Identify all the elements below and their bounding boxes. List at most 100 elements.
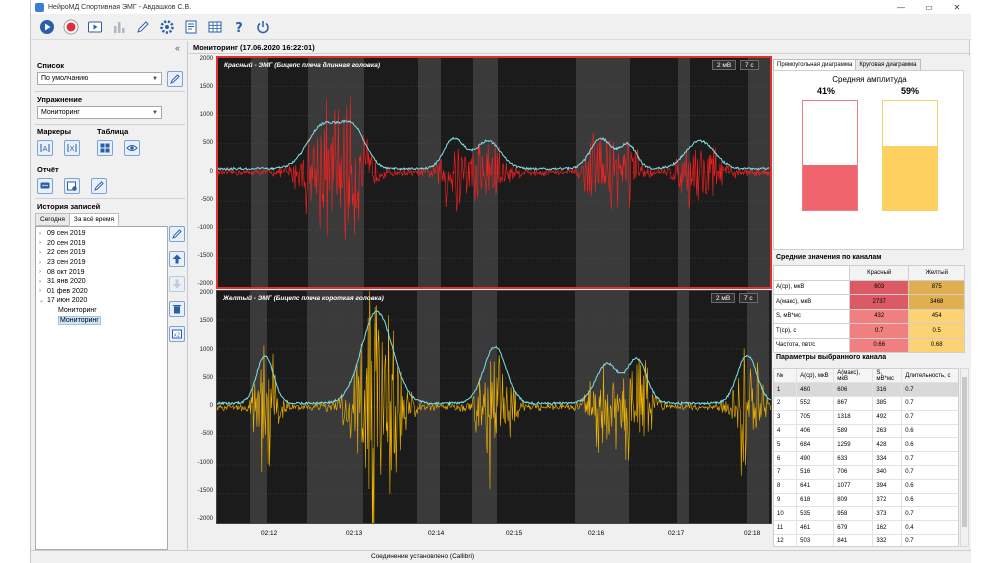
video-button[interactable] — [85, 17, 105, 37]
plot-yellow-label: Желтый - ЭМГ (Бицепс плеча короткая голо… — [223, 295, 384, 302]
params-cell: 684 — [796, 437, 835, 453]
report-edit-button[interactable] — [91, 178, 107, 194]
help-button[interactable]: ? — [229, 17, 249, 37]
table-grid-button[interactable] — [97, 140, 113, 156]
params-cell: 0.7 — [901, 465, 958, 480]
play-button[interactable] — [37, 17, 57, 37]
right-panel: Прямоугольная диаграмма Круговая диаграм… — [773, 56, 971, 549]
params-cell: 11 — [774, 520, 798, 536]
tab-all-time[interactable]: За всё время — [68, 213, 119, 226]
params-col-header[interactable]: № — [774, 369, 798, 384]
report-view-button[interactable] — [37, 178, 53, 194]
emg-plot-yellow[interactable]: Желтый - ЭМГ (Бицепс плеча короткая голо… — [216, 290, 772, 524]
tree-child-item-selected[interactable]: Мониторинг — [36, 315, 167, 325]
params-cell: 589 — [833, 424, 874, 439]
tree-item[interactable]: › 01 фев 2020 — [36, 287, 167, 297]
marker-x-button[interactable]: X — [64, 140, 80, 156]
x-tick-label: 02:16 — [588, 530, 605, 537]
tree-child-item[interactable]: Мониторинг — [36, 306, 167, 316]
power-button[interactable] — [253, 17, 273, 37]
params-cell: 0.6 — [901, 437, 958, 453]
tree-item[interactable]: › 08 окт 2019 — [36, 267, 167, 277]
params-row[interactable]: 11 461 679 162 0.4 — [774, 520, 958, 536]
tab-today[interactable]: Сегодня — [35, 213, 70, 226]
collapse-panel-button[interactable]: « — [175, 43, 180, 53]
plot-red-time[interactable]: 7 с — [740, 60, 759, 70]
params-row[interactable]: 9 618 809 372 0.6 — [774, 493, 958, 508]
pencil-button[interactable] — [133, 17, 153, 37]
divider — [35, 198, 185, 199]
amplitude-chart: Средняя амплитуда 41% 59% — [773, 70, 964, 250]
export-button[interactable]: x2 — [169, 326, 185, 342]
params-row[interactable]: 10 535 958 373 0.7 — [774, 506, 958, 522]
params-cell: 162 — [872, 520, 903, 536]
params-row[interactable]: 5 684 1259 428 0.6 — [774, 437, 958, 453]
params-cell: 705 — [796, 410, 835, 425]
params-cell: 263 — [872, 424, 903, 439]
delete-record-button[interactable] — [169, 301, 185, 317]
emg-trace-red — [218, 58, 770, 287]
params-cell: 0.7 — [901, 410, 958, 425]
params-cell: 332 — [872, 534, 903, 546]
params-col-header[interactable]: S, мВ*мс — [872, 369, 903, 384]
marker-a-button[interactable]: A — [37, 140, 53, 156]
params-row[interactable]: 6 490 633 334 0.7 — [774, 451, 958, 467]
params-cell: 8 — [774, 479, 798, 494]
params-row[interactable]: 2 552 867 385 0.7 — [774, 396, 958, 411]
settings-button[interactable] — [157, 17, 177, 37]
params-row[interactable]: 8 641 1077 394 0.6 — [774, 479, 958, 494]
move-up-button[interactable] — [169, 251, 185, 267]
params-row[interactable]: 3 705 1318 492 0.7 — [774, 410, 958, 425]
params-row[interactable]: 12 503 841 332 0.7 — [774, 534, 958, 546]
tree-item[interactable]: › 20 сен 2019 — [36, 239, 167, 249]
exercise-select-value: Мониторинг — [41, 109, 80, 116]
tree-item[interactable]: › 23 сен 2019 — [36, 258, 167, 268]
params-cell: 428 — [872, 437, 903, 453]
red-percent: 41% — [817, 86, 836, 96]
tree-item[interactable]: › 09 сен 2019 — [36, 229, 167, 239]
play-icon — [40, 19, 54, 34]
scrollbar-thumb[interactable] — [962, 377, 967, 527]
params-scrollbar[interactable] — [960, 368, 969, 547]
plot-yellow-scale[interactable]: 2 мВ — [711, 293, 736, 303]
averages-red-value: 603 — [848, 279, 910, 295]
params-col-header[interactable]: A(ср), мкВ — [796, 369, 835, 384]
exercise-select[interactable]: Мониторинг ▼ — [37, 106, 162, 119]
pencil-icon — [137, 20, 149, 33]
params-row[interactable]: 7 516 706 340 0.7 — [774, 465, 958, 480]
params-cell: 5 — [774, 437, 798, 453]
tree-item[interactable]: › 22 сен 2019 — [36, 248, 167, 258]
params-col-header[interactable]: Длительность, с — [901, 369, 958, 384]
table-button[interactable] — [205, 17, 225, 37]
edit-list-button[interactable] — [167, 71, 183, 87]
params-col-header[interactable]: A(макс), мкВ — [833, 369, 874, 384]
close-button[interactable]: ✕ — [943, 0, 971, 14]
arrow-down-icon — [172, 279, 182, 289]
edit-record-button[interactable] — [169, 226, 185, 242]
pencil-icon — [94, 181, 104, 191]
params-row[interactable]: 1 460 606 316 0.7 — [774, 382, 958, 398]
y-tick-label: 1500 — [199, 84, 213, 91]
move-down-button[interactable] — [169, 276, 185, 292]
plot-yellow-time[interactable]: 7 с — [739, 293, 758, 303]
tree-item[interactable]: ⌄ 17 июн 2020 — [36, 296, 167, 306]
y-tick-label: 1000 — [199, 112, 213, 119]
x-tick-label: 02:17 — [668, 530, 685, 537]
record-icon — [63, 19, 79, 34]
plot-red-scale[interactable]: 2 мВ — [712, 60, 737, 70]
minimize-button[interactable]: — — [887, 0, 915, 14]
view-button[interactable] — [124, 140, 140, 156]
bar-chart-button[interactable] — [109, 17, 129, 37]
report-settings-button[interactable] — [64, 178, 80, 194]
exercise-label: Упражнение — [37, 95, 82, 104]
averages-row: A(ср), мкВ 603 875 — [773, 279, 965, 295]
params-row[interactable]: 4 406 589 263 0.6 — [774, 424, 958, 439]
emg-plot-red[interactable]: Красный - ЭМГ (Бицепс плеча длинная голо… — [216, 56, 772, 289]
params-cell: 841 — [833, 534, 874, 546]
tree-item[interactable]: › 31 янв 2020 — [36, 277, 167, 287]
record-button[interactable] — [61, 17, 81, 37]
list-select[interactable]: По умолчанию ▼ — [37, 72, 162, 85]
maximize-button[interactable]: ▭ — [915, 0, 943, 14]
report-button[interactable] — [181, 17, 201, 37]
params-cell: 334 — [872, 451, 903, 467]
